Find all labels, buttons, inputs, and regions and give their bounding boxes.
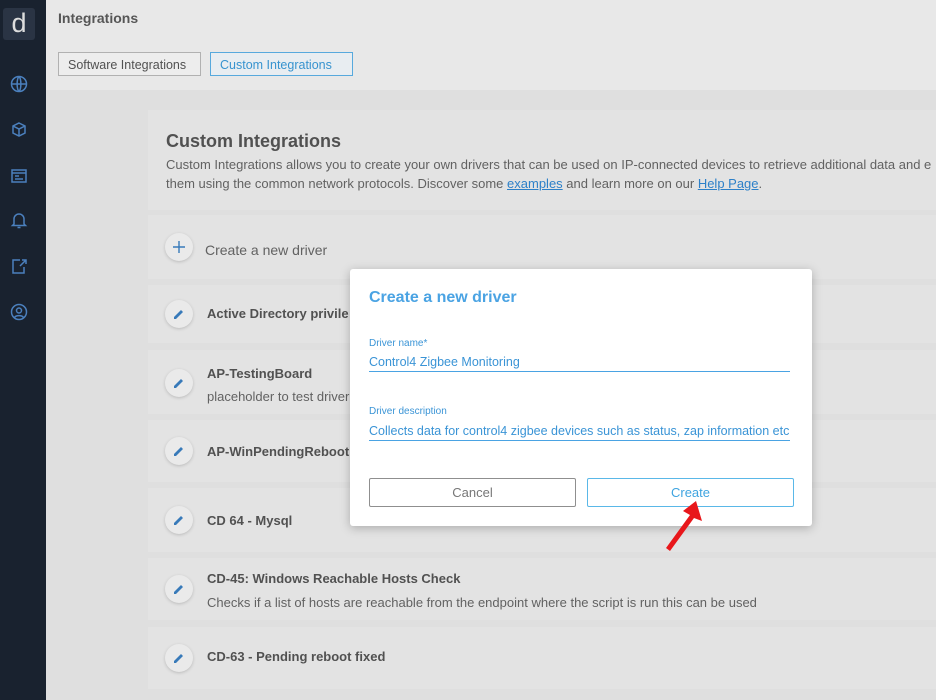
- create-driver-dialog: Create a new driver Driver name* Driver …: [350, 269, 812, 526]
- cancel-button[interactable]: Cancel: [369, 478, 576, 507]
- driver-name-label: Driver name*: [369, 338, 428, 349]
- driver-description-input[interactable]: [369, 422, 790, 441]
- driver-description-label: Driver description: [369, 406, 447, 417]
- driver-name-input[interactable]: [369, 353, 790, 372]
- pointer-arrow-icon: [666, 501, 702, 551]
- dialog-title: Create a new driver: [369, 289, 517, 306]
